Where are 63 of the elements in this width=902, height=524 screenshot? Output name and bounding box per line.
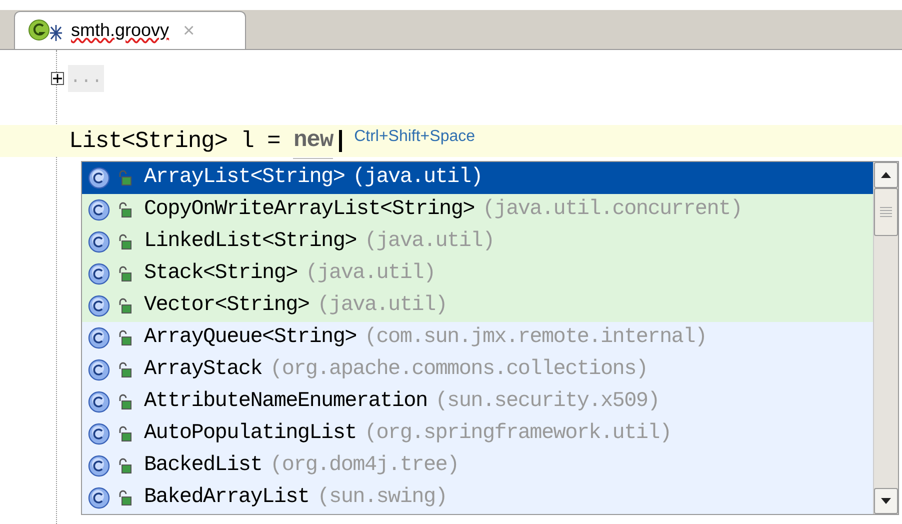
scroll-up-button[interactable] [874, 162, 898, 188]
code-text: List<String> l = [69, 126, 282, 156]
package-name: (org.apache.commons.collections) [270, 357, 648, 384]
package-name: (com.sun.jmx.remote.internal) [364, 325, 707, 352]
package-name: (sun.security.x509) [435, 389, 660, 416]
package-name: (org.dom4j.tree) [270, 453, 459, 480]
package-name: (java.util) [317, 293, 448, 320]
unlocked-padlock-icon [118, 394, 132, 410]
down-arrow-icon [881, 498, 891, 504]
class-icon [88, 167, 110, 189]
class-icon [88, 263, 110, 285]
class-icon [88, 295, 110, 317]
completion-item[interactable]: Vector<String> (java.util) [82, 290, 873, 322]
editor-tab[interactable]: smth.groovy × [14, 11, 246, 49]
unlocked-padlock-icon [118, 266, 132, 282]
package-name: (java.util) [352, 165, 482, 192]
class-icon [88, 487, 110, 509]
class-name: BakedArrayList [144, 485, 310, 512]
unlocked-padlock-icon [118, 426, 132, 442]
class-icon [88, 327, 110, 349]
unlocked-padlock-icon [118, 490, 132, 506]
unlocked-padlock-icon [118, 458, 132, 474]
up-arrow-icon [881, 172, 891, 178]
package-name: (org.springframework.util) [364, 421, 672, 448]
class-name: BackedList [144, 453, 262, 480]
fold-toggle-icon[interactable] [51, 72, 64, 84]
class-name: LinkedList<String> [144, 229, 356, 256]
class-name: ArrayList<String> [144, 165, 345, 192]
unlocked-padlock-icon [118, 362, 132, 378]
scroll-down-button[interactable] [874, 488, 898, 514]
completion-item[interactable]: LinkedList<String> (java.util) [82, 226, 873, 258]
class-icon [88, 231, 110, 253]
class-name: Stack<String> [144, 261, 298, 288]
completion-item[interactable]: CopyOnWriteArrayList<String> (java.util.concurrent) [82, 194, 873, 226]
class-name: CopyOnWriteArrayList<String> [144, 197, 474, 224]
package-name: (java.util.concurrent) [482, 197, 742, 224]
text-cursor [339, 130, 342, 152]
class-icon [88, 455, 110, 477]
scroll-thumb[interactable] [874, 188, 898, 236]
groovy-file-icon [27, 18, 63, 44]
unlocked-padlock-icon [118, 234, 132, 250]
class-icon [88, 359, 110, 381]
unlocked-padlock-icon [118, 298, 132, 314]
class-icon [88, 391, 110, 413]
class-icon [88, 199, 110, 221]
unlocked-padlock-icon [118, 170, 132, 186]
package-name: (sun.swing) [317, 485, 448, 512]
package-name: (java.util) [305, 261, 436, 288]
class-name: AttributeNameEnumeration [144, 389, 428, 416]
completion-item[interactable]: Stack<String> (java.util) [82, 258, 873, 290]
class-name: ArrayStack [144, 357, 262, 384]
class-name: AutoPopulatingList [144, 421, 356, 448]
class-name: Vector<String> [144, 293, 310, 320]
tab-title: smth.groovy [71, 19, 170, 42]
scrollbar[interactable] [873, 162, 898, 514]
package-name: (java.util) [364, 229, 494, 256]
class-name: ArrayQueue<String> [144, 325, 356, 352]
completion-item[interactable]: ArrayList<String> (java.util) [82, 162, 873, 194]
keyword-text: new [293, 123, 334, 159]
unlocked-padlock-icon [118, 330, 132, 346]
class-icon [88, 423, 110, 445]
unlocked-padlock-icon [118, 202, 132, 218]
shortcut-hint: Ctrl+Shift+Space [354, 127, 476, 147]
